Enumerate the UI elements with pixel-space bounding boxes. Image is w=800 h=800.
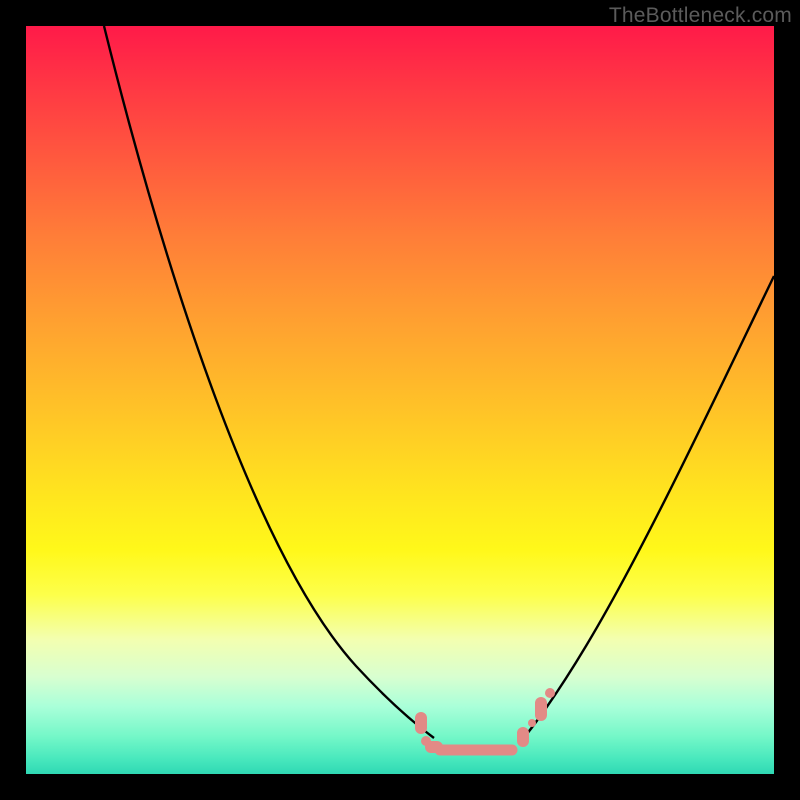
plot-area [26,26,774,774]
marker-2 [425,741,443,753]
marker-3 [517,727,529,747]
watermark-text: TheBottleneck.com [609,4,792,28]
marker-4 [528,719,536,727]
series-left-curve [104,26,434,738]
curve-layer [26,26,774,774]
marker-6 [545,688,555,698]
chart-frame: TheBottleneck.com [0,0,800,800]
marker-0 [415,712,427,734]
marker-5 [535,697,547,721]
series-right-curve [520,276,774,742]
